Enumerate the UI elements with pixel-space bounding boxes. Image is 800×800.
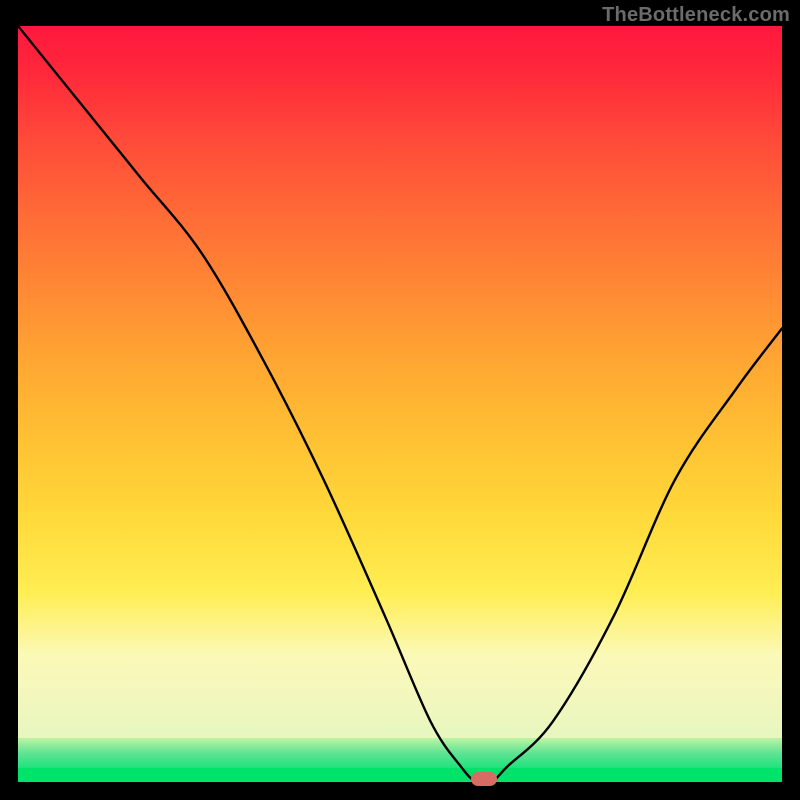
bottleneck-curve (18, 26, 782, 782)
attribution-text: TheBottleneck.com (602, 4, 790, 27)
plot-area (18, 26, 782, 782)
minimum-marker (471, 772, 497, 786)
chart-frame: TheBottleneck.com (0, 0, 800, 800)
